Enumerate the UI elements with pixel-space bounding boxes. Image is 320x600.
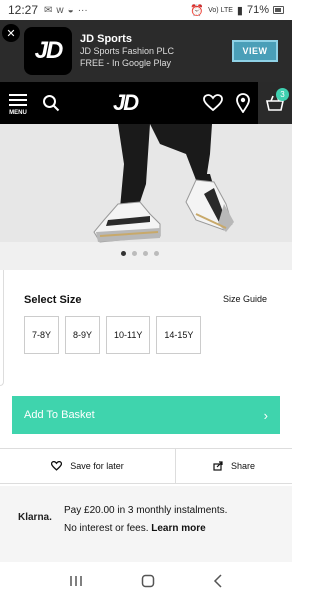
wishlist-button[interactable]	[198, 82, 228, 124]
location-pin-icon	[236, 93, 250, 113]
carousel-dots	[121, 251, 159, 256]
select-size-title: Select Size	[24, 294, 82, 306]
add-to-basket-button[interactable]: Add To Basket ›	[12, 396, 280, 434]
home-icon[interactable]	[141, 574, 155, 588]
product-image-carousel[interactable]	[0, 124, 292, 270]
product-actions: Save for later Share	[0, 448, 292, 484]
save-for-later-label: Save for later	[70, 461, 124, 471]
klarna-line-2: No interest or fees. Learn more	[64, 520, 279, 538]
status-time: 12:27	[8, 3, 39, 17]
app-info: JD Sports JD Sports Fashion PLC FREE - I…	[80, 33, 174, 69]
heart-icon	[51, 461, 63, 471]
status-right: ⏰ Vo) LTE ▮ 71%	[190, 4, 284, 17]
carousel-dot[interactable]	[121, 251, 126, 256]
recent-apps-icon[interactable]	[69, 575, 83, 587]
size-options: 7-8Y 8-9Y 10-11Y 14-15Y	[24, 316, 202, 354]
search-icon	[43, 95, 60, 112]
search-button[interactable]	[36, 82, 66, 124]
share-label: Share	[230, 461, 256, 471]
size-option[interactable]: 14-15Y	[156, 316, 202, 354]
learn-more-link[interactable]: Learn more	[151, 523, 205, 534]
app-name: JD Sports	[80, 33, 132, 45]
share-button[interactable]: Share	[176, 449, 292, 483]
menu-label: MENU	[9, 109, 27, 116]
back-icon[interactable]	[213, 574, 223, 588]
size-option[interactable]: 7-8Y	[24, 316, 60, 354]
site-header: MENU JD 3	[0, 82, 292, 124]
notification-icon: ◒	[67, 4, 74, 16]
size-guide-link[interactable]: Size Guide	[223, 294, 267, 304]
app-subtitle: FREE - In Google Play	[80, 58, 172, 68]
klarna-line-2-text: No interest or fees.	[64, 523, 149, 534]
size-option[interactable]: 10-11Y	[106, 316, 151, 354]
notification-icon: ✉	[44, 4, 53, 16]
battery-icon	[273, 6, 284, 14]
klarna-line-1: Pay £20.00 in 3 monthly instalments.	[64, 505, 228, 516]
product-image	[0, 124, 292, 270]
status-bar: 12:27 ✉ w ◒ ··· ⏰ Vo) LTE ▮ 71%	[0, 0, 292, 20]
size-selector: Select Size Size Guide 7-8Y 8-9Y 10-11Y …	[0, 270, 292, 388]
share-icon	[213, 461, 223, 471]
system-nav-bar	[0, 562, 292, 600]
signal-icon: ▮	[236, 4, 243, 17]
notification-icon: w	[56, 4, 64, 16]
basket-count-badge: 3	[276, 88, 289, 101]
view-button[interactable]: VIEW	[232, 40, 278, 62]
add-to-basket-label: Add To Basket	[24, 409, 95, 421]
battery-label: 71%	[246, 4, 269, 16]
menu-button[interactable]: MENU	[0, 82, 36, 124]
carousel-dot[interactable]	[132, 251, 137, 256]
app-logo: JD	[24, 27, 72, 75]
carousel-dot[interactable]	[143, 251, 148, 256]
chevron-right-icon: ›	[263, 407, 268, 423]
notification-icons: ✉ w ◒ ···	[44, 5, 88, 16]
heart-icon	[203, 94, 223, 112]
klarna-logo: Klarna.	[18, 512, 52, 523]
klarna-promo: Klarna. Pay £20.00 in 3 monthly instalme…	[0, 486, 292, 562]
alarm-icon: ⏰	[190, 4, 205, 17]
more-dots-icon: ···	[77, 4, 88, 16]
app-install-banner: ✕ JD JD Sports JD Sports Fashion PLC FRE…	[0, 20, 292, 82]
section-edge	[0, 270, 4, 386]
size-option[interactable]: 8-9Y	[65, 316, 101, 354]
close-icon[interactable]: ✕	[2, 24, 20, 42]
network-label: Vo) LTE	[208, 6, 233, 14]
store-locator-button[interactable]	[228, 82, 258, 124]
klarna-text: Pay £20.00 in 3 monthly instalments. No …	[64, 502, 279, 538]
hamburger-icon	[9, 91, 27, 109]
site-logo[interactable]: JD	[113, 90, 139, 116]
basket-button[interactable]: 3	[258, 82, 292, 124]
app-publisher: JD Sports Fashion PLC	[80, 46, 175, 56]
header-right: 3	[198, 82, 292, 124]
save-for-later-button[interactable]: Save for later	[0, 449, 176, 483]
carousel-dot[interactable]	[154, 251, 159, 256]
